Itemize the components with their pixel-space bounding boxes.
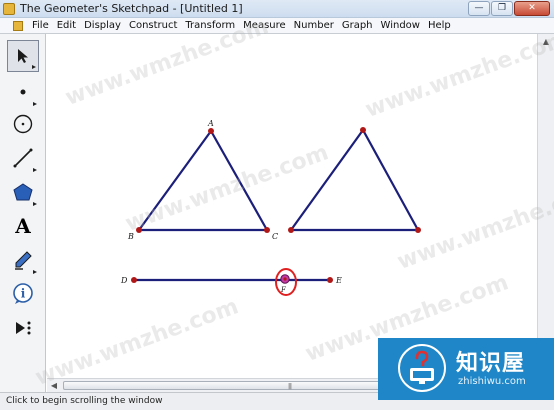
circle-icon — [13, 114, 33, 134]
information-tool[interactable]: i — [7, 278, 39, 310]
point-bottom-left[interactable] — [288, 227, 294, 233]
play-dots-icon — [16, 321, 31, 335]
menu-file[interactable]: File — [28, 19, 53, 33]
custom-tool[interactable] — [7, 312, 39, 344]
label-b[interactable]: B — [127, 232, 134, 241]
menu-number[interactable]: Number — [290, 19, 338, 33]
text-icon: A — [15, 214, 31, 238]
question-monitor-icon — [410, 350, 434, 384]
text-tool[interactable]: A — [7, 210, 39, 242]
info-icon: i — [13, 283, 33, 304]
menu-help[interactable]: Help — [424, 19, 455, 33]
tool-expand-icon — [33, 270, 37, 274]
window-title: The Geometer's Sketchpad - [Untitled 1] — [20, 2, 243, 15]
marker-tool[interactable] — [7, 244, 39, 276]
compass-tool[interactable] — [7, 108, 39, 140]
label-d[interactable]: D — [120, 276, 128, 285]
point-c[interactable] — [264, 227, 270, 233]
vertical-scrollbar[interactable]: ▲ ▼ — [537, 34, 554, 378]
point-bottom-right[interactable] — [415, 227, 421, 233]
close-icon[interactable]: ✕ — [514, 1, 550, 16]
menu-display[interactable]: Display — [80, 19, 125, 33]
menu-graph[interactable]: Graph — [338, 19, 377, 33]
point-tool[interactable] — [7, 76, 39, 108]
tool-expand-icon — [33, 102, 37, 106]
label-e[interactable]: E — [335, 276, 342, 285]
scroll-left-icon[interactable]: ◀ — [47, 379, 61, 392]
point-icon — [20, 89, 26, 95]
straightedge-tool[interactable] — [7, 142, 39, 174]
title-bar: The Geometer's Sketchpad - [Untitled 1] … — [0, 0, 554, 18]
polygon-tool[interactable] — [7, 176, 39, 208]
menu-transform[interactable]: Transform — [181, 19, 239, 33]
restore-icon[interactable]: ❐ — [491, 1, 513, 16]
line-icon — [13, 148, 33, 168]
point-a[interactable] — [208, 128, 214, 134]
arrow-icon — [18, 49, 28, 63]
toolbox: A i — [0, 34, 46, 392]
polygon-icon — [13, 183, 33, 201]
segment-top-right[interactable] — [362, 129, 419, 231]
segment-ab[interactable] — [138, 130, 212, 231]
segment-ac[interactable] — [210, 130, 268, 231]
menu-measure[interactable]: Measure — [239, 19, 290, 33]
menu-edit[interactable]: Edit — [53, 19, 80, 33]
sketch-drawing: A B C D E F — [120, 119, 421, 296]
label-c[interactable]: C — [272, 232, 278, 241]
point-top[interactable] — [360, 127, 366, 133]
logo-title: 知识屋 — [456, 351, 526, 376]
selection-arrow-tool[interactable] — [7, 40, 39, 72]
scroll-up-icon[interactable]: ▲ — [538, 34, 554, 50]
point-d[interactable] — [131, 277, 137, 283]
tool-expand-icon — [32, 65, 36, 69]
menu-window[interactable]: Window — [377, 19, 424, 33]
svg-text:i: i — [21, 287, 26, 301]
logo-subtitle: zhishiwu.com — [458, 376, 526, 387]
point-b[interactable] — [136, 227, 142, 233]
sketch-canvas[interactable]: A B C D E F — [47, 34, 537, 378]
menu-construct[interactable]: Construct — [125, 19, 181, 33]
menu-items: File Edit Display Construct Transform Me… — [28, 19, 455, 33]
app-icon — [3, 3, 15, 15]
scroll-grip-icon: ||| — [288, 383, 292, 390]
point-f-core — [283, 277, 287, 281]
tool-expand-icon — [33, 202, 37, 206]
menu-bar: File Edit Display Construct Transform Me… — [0, 18, 554, 34]
status-text: Click to begin scrolling the window — [6, 396, 163, 406]
label-f[interactable]: F — [280, 286, 287, 294]
window-controls: — ❐ ✕ — [468, 1, 550, 16]
logo-badge — [398, 344, 446, 392]
segment-top-left[interactable] — [290, 129, 364, 231]
label-a[interactable]: A — [207, 119, 214, 128]
document-icon[interactable] — [13, 21, 23, 31]
tool-expand-icon — [33, 168, 37, 172]
site-logo: 知识屋 zhishiwu.com — [378, 338, 554, 400]
pencil-icon — [15, 251, 32, 270]
point-e[interactable] — [327, 277, 333, 283]
minimize-icon[interactable]: — — [468, 1, 490, 16]
